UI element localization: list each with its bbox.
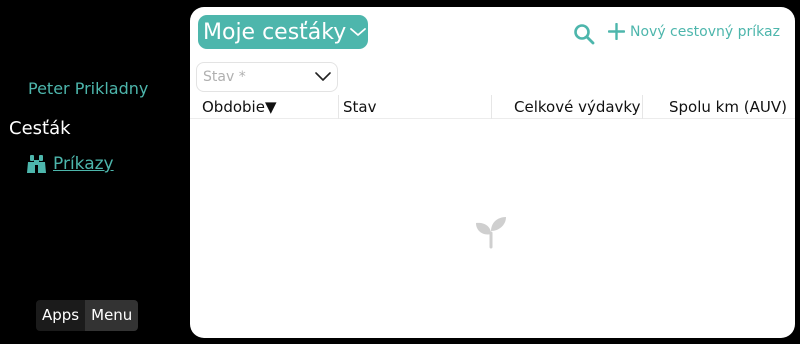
title-dropdown[interactable]: Moje cesťáky: [198, 15, 368, 49]
chevron-down-icon: [349, 26, 367, 38]
bottom-tabs: Apps Menu: [36, 300, 139, 331]
tab-apps[interactable]: Apps: [36, 300, 86, 331]
column-header-celkove-vydavky[interactable]: Celkové výdavky: [514, 95, 640, 119]
main-panel: Moje cesťáky Nový cestovný príkaz Stav *…: [190, 7, 795, 338]
table-header: Obdobie▼ Stav Celkové výdavky Spolu km (…: [190, 95, 795, 119]
tab-menu[interactable]: Menu: [85, 300, 139, 331]
column-divider: [491, 95, 492, 119]
column-divider: [338, 95, 339, 119]
user-name[interactable]: Peter Prikladny: [28, 79, 148, 98]
status-filter-select[interactable]: Stav *: [196, 62, 338, 92]
column-divider: [642, 95, 643, 119]
section-title: Cesťák: [9, 118, 71, 139]
new-travel-order-button[interactable]: Nový cestovný príkaz: [608, 23, 780, 40]
status-filter-placeholder: Stav *: [203, 69, 246, 85]
column-header-obdobie[interactable]: Obdobie▼: [202, 95, 276, 119]
plus-icon: [608, 23, 625, 40]
sidebar: Peter Prikladny Cesťák Príkazy Apps Menu: [0, 0, 190, 344]
page-title: Moje cesťáky: [203, 19, 347, 45]
column-header-spolu-km[interactable]: Spolu km (AUV): [669, 95, 787, 119]
sidebar-item-label[interactable]: Príkazy: [53, 154, 114, 174]
column-header-stav[interactable]: Stav: [343, 95, 376, 119]
search-icon[interactable]: [573, 23, 595, 45]
sprout-icon: [474, 215, 508, 249]
sidebar-item-prikazy[interactable]: Príkazy: [26, 154, 114, 174]
chevron-down-icon: [315, 70, 331, 82]
binoculars-icon: [26, 154, 47, 174]
new-button-label: Nový cestovný príkaz: [630, 23, 780, 40]
